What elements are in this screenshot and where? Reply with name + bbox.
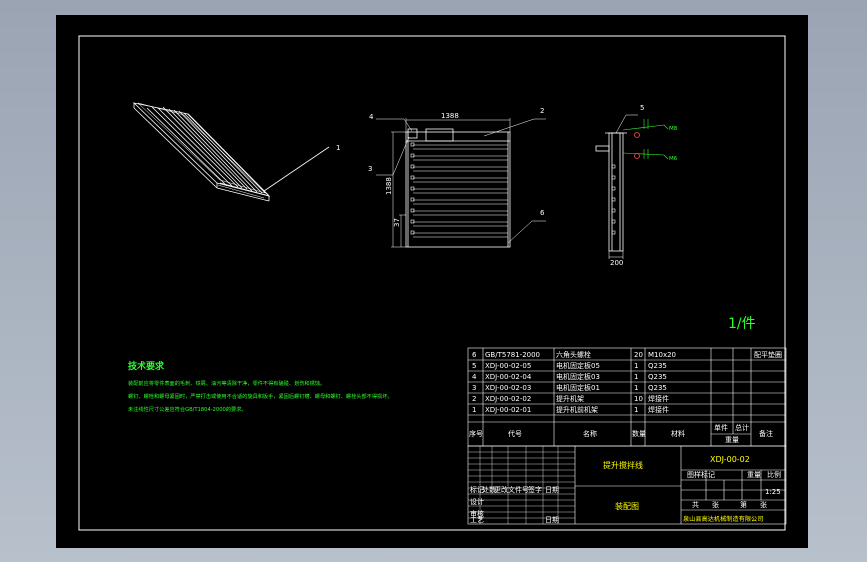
bom-header-row: 序号 代号 名称 数量 材料 单件 总计 重量 备注 — [469, 423, 773, 444]
bom-name: 六角头螺栓 — [556, 350, 591, 359]
header-material: 材料 — [671, 429, 685, 438]
tech-line-2: 螺钉、螺栓和螺母紧固时，严禁打击或使用不合适的旋具和扳手，紧固后螺钉槽、螺母和螺… — [128, 392, 393, 400]
balloon-3: 3 — [368, 165, 372, 173]
bom-name: 电机固定板03 — [556, 372, 600, 381]
bom-material: 焊接件 — [648, 394, 669, 403]
bom-no: 2 — [472, 395, 476, 403]
header-total: 总计 — [735, 423, 749, 432]
isometric-view: 1 — [132, 102, 340, 202]
table-row: 4 XDJ-00-02-04 电机固定板03 1 Q235 — [472, 372, 667, 381]
bom-qty: 20 — [634, 351, 643, 359]
dim-pitch: 37 — [393, 218, 401, 227]
side-view — [595, 114, 638, 259]
table-row: 5 XDJ-00-02-05 电机固定板05 1 Q235 — [472, 361, 667, 370]
bom-code: XDJ-00-02-01 — [485, 406, 531, 414]
table-row: 1 XDJ-00-02-01 提升机前机架 1 焊接件 — [472, 405, 669, 414]
signoff-date-2: 日期 — [545, 516, 559, 524]
sheet-total-unit: 张 — [712, 500, 719, 509]
cad-viewport[interactable]: 1 1388 1388 37 4 3 2 6 5 M8 M6 200 1/件 技… — [0, 0, 867, 562]
bom-code: XDJ-00-02-02 — [485, 395, 531, 403]
dim-width: 1388 — [441, 112, 459, 120]
weld-symbol-bottom — [634, 153, 640, 159]
dim-side-width: 200 — [610, 259, 623, 267]
label-m8: M8 — [669, 126, 678, 132]
company-name: 泉山县高达机械制造有限公司 — [683, 515, 763, 523]
bom-name: 提升机架 — [556, 394, 584, 403]
header-unit: 单件 — [714, 423, 728, 432]
bom-material: M10x20 — [648, 351, 676, 359]
quantity-label: 1/件 — [728, 316, 756, 332]
bom-rows: 6 GB/T5781-2000 六角头螺栓 20 M10x20 配平垫圈 5 X… — [469, 350, 782, 444]
bom-no: 6 — [472, 351, 477, 359]
stage-label: 图样标记 — [687, 470, 715, 479]
bom-code: XDJ-00-02-03 — [485, 384, 531, 392]
weight-label: 重量 — [747, 471, 761, 479]
bom-qty: 1 — [634, 384, 638, 392]
header-weight: 重量 — [725, 436, 739, 444]
bom-code: XDJ-00-02-04 — [485, 373, 532, 381]
bom-no: 4 — [472, 373, 477, 381]
bom-no: 1 — [472, 406, 476, 414]
view-name: 装配图 — [615, 501, 639, 511]
header-no: 序号 — [469, 429, 483, 438]
signoff-date: 日期 — [545, 486, 559, 494]
signoff-sign: 签字 — [528, 485, 542, 494]
bom-qty: 10 — [634, 395, 643, 403]
tech-line-3: 未注线性尺寸公差应符合GB/T1804-2000的要求。 — [128, 405, 247, 413]
balloon-1: 1 — [336, 144, 340, 152]
tech-title: 技术要求 — [128, 360, 165, 372]
bom-material: 焊接件 — [648, 405, 669, 414]
front-view — [376, 118, 546, 248]
bom-material: Q235 — [648, 373, 667, 381]
dim-height: 1388 — [385, 177, 393, 195]
bom-qty: 1 — [634, 406, 638, 414]
table-row: 2 XDJ-00-02-02 提升机架 10 焊接件 — [472, 394, 669, 403]
signoff-design: 设计 — [470, 497, 484, 506]
bom-code: XDJ-00-02-05 — [485, 362, 531, 370]
table-row: 6 GB/T5781-2000 六角头螺栓 20 M10x20 配平垫圈 — [472, 350, 782, 359]
sheet-no-label: 第 — [740, 500, 747, 509]
drawing-number: XDJ-00-02 — [710, 455, 750, 464]
bom-no: 5 — [472, 362, 476, 370]
bom-no: 3 — [472, 384, 476, 392]
bom-name: 电机固定板05 — [556, 361, 600, 370]
product-name: 提升搅拌线 — [603, 460, 643, 470]
balloon-5: 5 — [640, 104, 644, 112]
table-row: 3 XDJ-00-02-03 电机固定板01 1 Q235 — [472, 383, 667, 392]
bom-qty: 1 — [634, 373, 638, 381]
bom-material: Q235 — [648, 362, 667, 370]
drawing-sheet: 1 1388 1388 37 4 3 2 6 5 M8 M6 200 1/件 技… — [56, 15, 808, 548]
header-note: 备注 — [759, 429, 773, 438]
label-m6: M6 — [669, 156, 678, 162]
header-qty: 数量 — [632, 429, 646, 438]
header-code: 代号 — [508, 429, 522, 438]
side-annotations — [622, 119, 669, 160]
balloon-2: 2 — [540, 107, 544, 115]
balloon-4: 4 — [369, 113, 374, 121]
scale-value: 1:25 — [765, 488, 781, 496]
signoff-change: 更改文件号 — [494, 485, 529, 494]
scale-label: 比例 — [767, 470, 781, 479]
balloon-6: 6 — [540, 209, 545, 217]
tech-line-1: 装配前应将零件表面的毛刺、铁屑、油污等清除干净，零件不得有磕碰、划伤和锈蚀。 — [128, 379, 325, 387]
bom-qty: 1 — [634, 362, 638, 370]
bom-name: 电机固定板01 — [556, 383, 600, 392]
sheet-no-unit: 张 — [760, 500, 767, 509]
bom-name: 提升机前机架 — [556, 405, 598, 414]
drawing-canvas: 1 1388 1388 37 4 3 2 6 5 M8 M6 200 1/件 技… — [78, 35, 787, 531]
header-name: 名称 — [583, 429, 597, 438]
drawing-frame — [78, 35, 786, 531]
weld-symbol-top — [634, 132, 640, 138]
bom-material: Q235 — [648, 384, 667, 392]
signoff-process: 工艺 — [470, 516, 484, 524]
sheet-total-label: 共 — [692, 500, 699, 509]
bom-note: 配平垫圈 — [754, 350, 782, 359]
bom-code: GB/T5781-2000 — [485, 351, 540, 359]
